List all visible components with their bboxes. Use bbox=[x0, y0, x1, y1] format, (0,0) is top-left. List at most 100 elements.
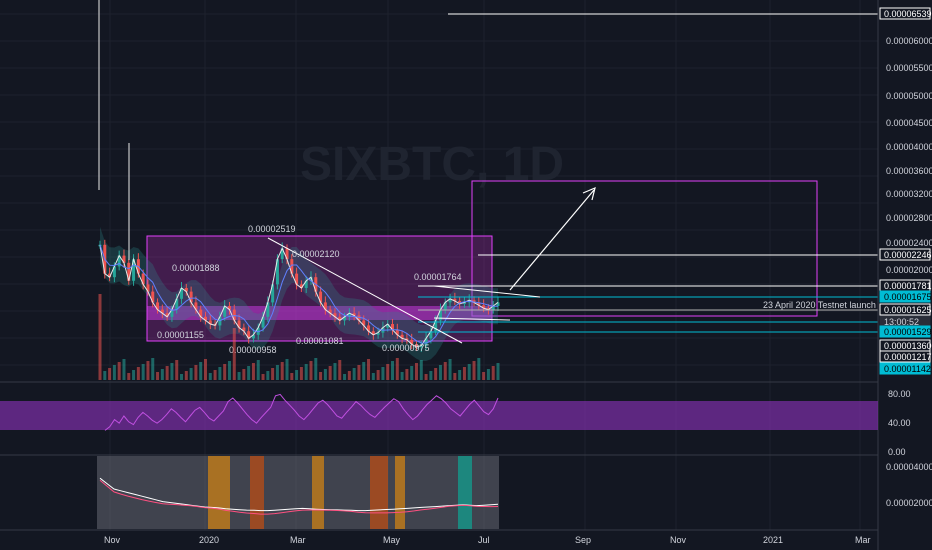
annotation-low-1: 0.00001155 bbox=[157, 330, 204, 340]
time-axis-tick: Nov bbox=[104, 535, 121, 545]
volume-bar bbox=[227, 361, 231, 380]
time-axis-tick: Sep bbox=[575, 535, 591, 545]
volume-bar bbox=[203, 359, 207, 380]
volume-bar bbox=[256, 360, 260, 380]
volume-bar bbox=[328, 366, 332, 380]
volume-bar bbox=[98, 294, 102, 380]
volume-bar bbox=[184, 371, 188, 380]
volume-bar bbox=[395, 358, 399, 380]
price-tag-label: 0.00006539 bbox=[884, 9, 932, 19]
chart-stage: SIXBTC, 1D 0.00002519 0.00002120 0.00001… bbox=[0, 0, 932, 550]
annotation-high: 0.00002519 bbox=[248, 224, 296, 234]
rsi-band bbox=[0, 401, 878, 430]
volume-bar bbox=[127, 373, 131, 380]
price-tag-label: 0.00001625 bbox=[884, 305, 932, 315]
volume-bar bbox=[251, 363, 255, 380]
lower-axis-tick: 0.00004000 bbox=[886, 462, 932, 472]
volume-bar bbox=[218, 367, 222, 380]
annotation-right-high: 0.00001764 bbox=[414, 272, 462, 282]
volume-bar bbox=[424, 374, 428, 380]
volume-bar bbox=[208, 373, 212, 380]
volume-bar bbox=[108, 368, 112, 380]
volume-bar bbox=[132, 370, 136, 380]
volume-bar bbox=[448, 359, 452, 380]
time-axis-tick: 2021 bbox=[763, 535, 783, 545]
volume-bar bbox=[247, 366, 251, 380]
lower-bg-band bbox=[395, 456, 405, 529]
volume-bar bbox=[199, 362, 203, 380]
annotation-testnet: 23 April 2020 Testnet launch bbox=[763, 300, 876, 310]
volume-bar bbox=[232, 328, 236, 380]
price-axis-tick: 0.00004500 bbox=[886, 118, 932, 128]
volume-bar bbox=[453, 373, 457, 380]
volume-bar bbox=[117, 362, 121, 380]
volume-bar bbox=[414, 363, 418, 380]
rsi-axis-tick: 40.00 bbox=[888, 418, 911, 428]
price-axis-tick: 0.00006000 bbox=[886, 36, 932, 46]
lower-axis-tick: 0.00002000 bbox=[886, 498, 932, 508]
volume-bar bbox=[160, 369, 164, 380]
volume-bar bbox=[261, 374, 265, 380]
volume-bar bbox=[141, 364, 145, 380]
lower-bg-band bbox=[458, 456, 472, 529]
lower-bg-base bbox=[97, 456, 499, 529]
volume-bar bbox=[156, 372, 160, 380]
time-axis-tick: Mar bbox=[290, 535, 306, 545]
annotation-low-4: 0.00000975 bbox=[382, 343, 430, 353]
lower-indicator-background bbox=[97, 456, 499, 529]
volume-bar bbox=[458, 370, 462, 380]
volume-bar bbox=[491, 366, 495, 380]
lower-bg-band bbox=[312, 456, 324, 529]
price-tag-label: 0.00001675 bbox=[884, 292, 932, 302]
lower-bg-band bbox=[250, 456, 264, 529]
volume-bar bbox=[347, 371, 351, 380]
volume-bar bbox=[381, 367, 385, 380]
annotation-low-2: 0.00000958 bbox=[229, 345, 277, 355]
volume-bar bbox=[429, 371, 433, 380]
volume-bar bbox=[362, 362, 366, 380]
volume-bar bbox=[280, 362, 284, 380]
volume-bar bbox=[357, 365, 361, 380]
rsi-axis-tick: 80.00 bbox=[888, 389, 911, 399]
volume-bar bbox=[309, 361, 313, 380]
volume-bar bbox=[266, 371, 270, 380]
lower-bg-band bbox=[370, 456, 388, 529]
volume-bar bbox=[271, 368, 275, 380]
price-axis-tick: 0.00002800 bbox=[886, 213, 932, 223]
time-axis-tick: Mar bbox=[855, 535, 871, 545]
volume-bar bbox=[290, 373, 294, 380]
volume-bar bbox=[151, 358, 155, 380]
price-axis-tick: 0.00005000 bbox=[886, 91, 932, 101]
price-tag-label: 0.00002246 bbox=[884, 250, 932, 260]
rsi-axis-tick: 0.00 bbox=[888, 447, 906, 457]
volume-bar bbox=[343, 374, 347, 380]
volume-bar bbox=[419, 360, 423, 380]
price-tag-label: 0.00001142 bbox=[884, 364, 931, 374]
volume-bar bbox=[112, 365, 116, 380]
volume-bar bbox=[295, 370, 299, 380]
price-axis-tick: 0.00005500 bbox=[886, 63, 932, 73]
volume-bar bbox=[323, 369, 327, 380]
volume-bar bbox=[434, 368, 438, 380]
price-axis-tick: 0.00002400 bbox=[886, 238, 932, 248]
annotation-low-3: 0.00001081 bbox=[296, 336, 344, 346]
price-axis-tick: 0.00002000 bbox=[886, 265, 932, 275]
volume-bar bbox=[462, 367, 466, 380]
volume-bar bbox=[486, 369, 490, 380]
volume-bar bbox=[285, 359, 289, 380]
volume-bar bbox=[170, 363, 174, 380]
price-tag-label: 0.00001217 bbox=[884, 352, 932, 362]
volume-bar bbox=[175, 360, 179, 380]
time-axis-tick: 2020 bbox=[199, 535, 219, 545]
volume-bar bbox=[213, 370, 217, 380]
volume-bar bbox=[472, 361, 476, 380]
volume-bar bbox=[391, 361, 395, 380]
volume-bar bbox=[275, 365, 279, 380]
volume-bar bbox=[242, 369, 246, 380]
lower-bg-band bbox=[208, 456, 230, 529]
volume-bar bbox=[410, 366, 414, 380]
price-axis-tick: 0.00003600 bbox=[886, 166, 932, 176]
volume-bar bbox=[146, 361, 150, 380]
time-axis-tick: Nov bbox=[670, 535, 687, 545]
price-tag-label: 0.00001529 bbox=[884, 327, 932, 337]
